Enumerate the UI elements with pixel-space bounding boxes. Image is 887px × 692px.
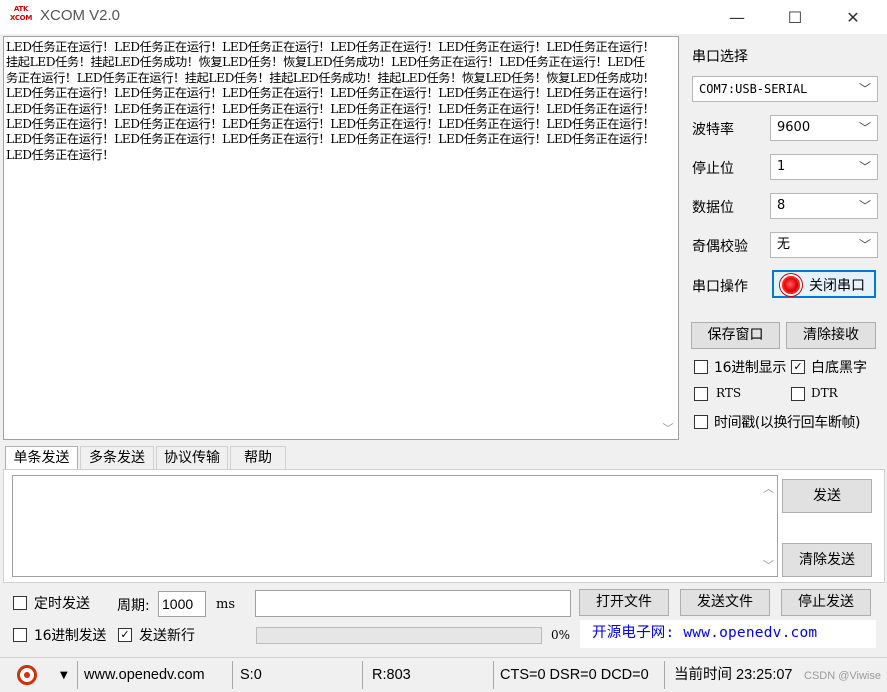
parity-value: 无 xyxy=(777,237,791,252)
tab-single-send[interactable]: 单条发送 xyxy=(5,446,78,470)
close-port-label: 关闭串口 xyxy=(809,278,865,294)
receive-text: LED任务正在运行！LED任务正在运行！LED任务正在运行！LED任务正在运行！… xyxy=(6,40,655,162)
hex-send-checkbox[interactable] xyxy=(13,628,27,642)
status-received-count: R:803 xyxy=(372,667,411,683)
save-window-button[interactable]: 保存窗口 xyxy=(691,322,780,349)
send-newline-label: 发送新行 xyxy=(139,628,195,644)
close-icon[interactable]: ✕ xyxy=(824,0,882,34)
data-bits-value: 8 xyxy=(777,198,786,213)
dtr-checkbox[interactable] xyxy=(791,387,805,401)
baud-rate-value: 9600 xyxy=(777,120,811,135)
baud-rate-select[interactable]: 9600 ﹀ xyxy=(770,115,878,141)
parity-label: 奇偶校验 xyxy=(692,239,748,255)
status-line-signals: CTS=0 DSR=0 DCD=0 xyxy=(500,667,649,683)
chevron-down-icon: ﹀ xyxy=(858,160,871,174)
white-black-label: 白底黑字 xyxy=(811,360,867,376)
white-black-checkbox[interactable]: ✓ xyxy=(791,360,805,374)
send-file-button[interactable]: 发送文件 xyxy=(680,589,770,616)
close-port-button[interactable]: 关闭串口 xyxy=(772,270,876,298)
chevron-down-icon: ﹀ xyxy=(858,82,871,96)
chevron-down-icon: ﹀ xyxy=(858,199,871,213)
send-progress-value: 0% xyxy=(551,628,571,642)
status-current-time: 当前时间 23:25:07 xyxy=(674,667,793,683)
port-operation-label: 串口操作 xyxy=(692,279,748,295)
minimize-icon[interactable]: — xyxy=(708,0,766,34)
port-select[interactable]: COM7:USB-SERIAL ﹀ xyxy=(692,76,878,102)
port-select-value: COM7:USB-SERIAL xyxy=(699,82,808,96)
stop-send-button[interactable]: 停止发送 xyxy=(781,589,871,616)
send-progress-bar xyxy=(256,627,542,644)
status-bar: ▼ www.openedv.com S:0 R:803 CTS=0 DSR=0 … xyxy=(0,657,887,692)
timed-send-checkbox[interactable] xyxy=(13,596,27,610)
promo-link[interactable]: 开源电子网: www.openedv.com xyxy=(580,620,876,648)
send-button[interactable]: 发送 xyxy=(782,479,872,513)
port-select-label: 串口选择 xyxy=(692,49,748,65)
port-status-led-icon xyxy=(782,276,800,294)
rts-label: RTS xyxy=(716,386,742,400)
hex-send-label: 16进制发送 xyxy=(34,628,107,644)
scroll-down-icon[interactable]: ﹀ xyxy=(660,421,676,437)
timed-send-label: 定时发送 xyxy=(34,596,90,612)
hex-display-label: 16进制显示 xyxy=(714,360,787,376)
status-url[interactable]: www.openedv.com xyxy=(84,662,205,688)
scroll-up-icon[interactable]: ︿ xyxy=(763,480,774,496)
clear-receive-button[interactable]: 清除接收 xyxy=(786,322,876,349)
stop-bits-select[interactable]: 1 ﹀ xyxy=(770,154,878,180)
logo-bottom-text: XCOM xyxy=(9,14,32,22)
logo-top-text: ATK xyxy=(13,5,29,13)
power-icon[interactable] xyxy=(17,665,37,685)
send-newline-checkbox[interactable]: ✓ xyxy=(118,628,132,642)
stop-bits-label: 停止位 xyxy=(692,161,734,177)
hex-display-checkbox[interactable] xyxy=(694,360,708,374)
window-title: XCOM V2.0 xyxy=(40,7,121,24)
rts-checkbox[interactable] xyxy=(694,387,708,401)
dropdown-arrow-icon[interactable]: ▼ xyxy=(60,670,68,681)
timestamp-checkbox[interactable] xyxy=(694,415,708,429)
send-input[interactable]: ︿ ﹀ xyxy=(12,475,778,577)
period-unit: ms xyxy=(216,597,235,612)
watermark: CSDN @Viwise xyxy=(804,670,881,682)
period-label: 周期: xyxy=(117,598,150,614)
receive-area[interactable]: LED任务正在运行！LED任务正在运行！LED任务正在运行！LED任务正在运行！… xyxy=(3,36,679,440)
maximize-icon[interactable]: ☐ xyxy=(766,0,824,34)
title-bar: ATK XCOM XCOM V2.0 — ☐ ✕ xyxy=(0,0,887,34)
parity-select[interactable]: 无 ﹀ xyxy=(770,232,878,258)
chevron-down-icon: ﹀ xyxy=(858,121,871,135)
period-input[interactable]: 1000 xyxy=(158,591,206,617)
status-sent-count: S:0 xyxy=(240,667,262,683)
tab-help[interactable]: 帮助 xyxy=(230,446,286,470)
data-bits-label: 数据位 xyxy=(692,200,734,216)
open-file-button[interactable]: 打开文件 xyxy=(579,589,669,616)
stop-bits-value: 1 xyxy=(777,159,786,174)
tab-protocol[interactable]: 协议传输 xyxy=(156,446,228,470)
file-path-input[interactable] xyxy=(255,590,571,617)
chevron-down-icon: ﹀ xyxy=(858,238,871,252)
baud-rate-label: 波特率 xyxy=(692,122,734,138)
dtr-label: DTR xyxy=(811,386,838,400)
app-logo: ATK XCOM xyxy=(8,5,34,27)
clear-send-button[interactable]: 清除发送 xyxy=(782,543,872,577)
data-bits-select[interactable]: 8 ﹀ xyxy=(770,193,878,219)
timestamp-label: 时间戳(以换行回车断帧) xyxy=(714,415,861,431)
scroll-down-icon[interactable]: ﹀ xyxy=(763,557,774,573)
tab-multi-send[interactable]: 多条发送 xyxy=(80,446,154,470)
